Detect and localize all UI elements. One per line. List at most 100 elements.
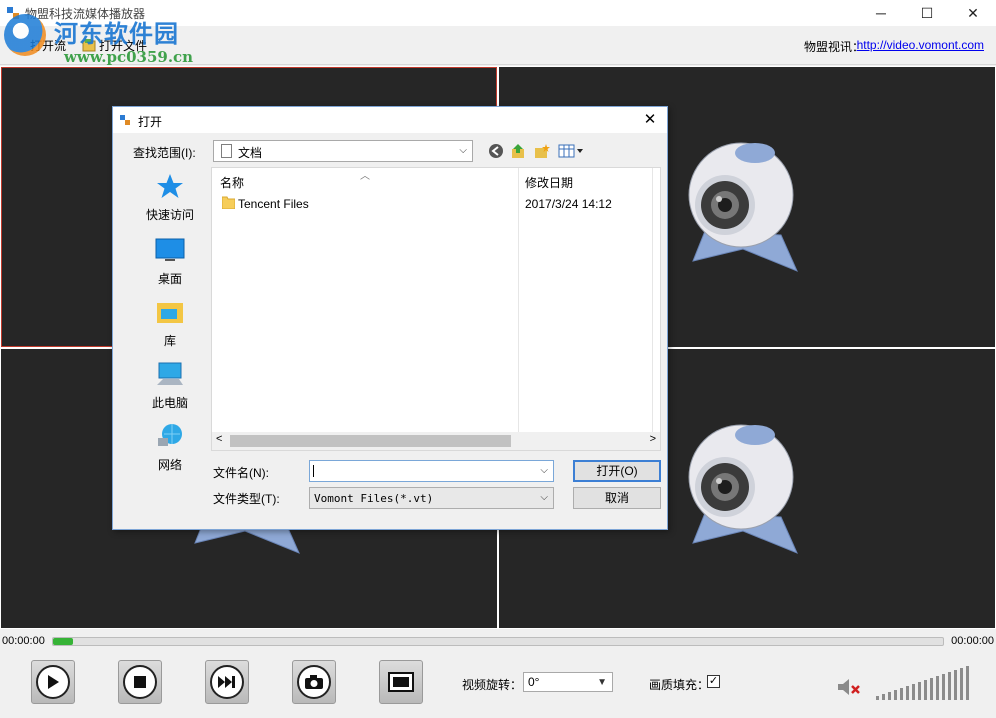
dialog-title: 打开 [138, 115, 163, 129]
maximize-button[interactable]: ☐ [904, 0, 950, 26]
dialog-title-bar: 打开 ✕ [113, 107, 667, 133]
place-label: 桌面 [157, 272, 182, 286]
file-type-select[interactable]: Vomont Files(*.vt) ⌵ [309, 487, 554, 509]
open-file-dialog: 打开 ✕ 查找范围(I): 文档 ⌵ 快速访问 桌面 库 此电脑 网络 ︿ 名称… [112, 106, 668, 530]
star-icon [157, 174, 183, 198]
place-quick-access[interactable]: 快速访问 [125, 173, 215, 223]
library-icon [157, 303, 183, 323]
look-in-value: 文档 [238, 146, 263, 160]
new-folder-button[interactable] [533, 142, 551, 160]
rotation-select[interactable]: 0° ▼ [523, 672, 613, 692]
open-button[interactable]: 打开(O) [573, 460, 661, 482]
scroll-thumb[interactable] [230, 435, 511, 447]
control-bar: 视频旋转： 0° ▼ 画质填充： ✓ [0, 652, 996, 718]
minimize-button[interactable]: ─ [858, 0, 904, 26]
close-button[interactable]: ✕ [950, 0, 996, 26]
document-icon [221, 144, 232, 158]
volume-bar [960, 668, 963, 700]
rotation-label: 视频旋转： [462, 678, 523, 692]
chevron-down-icon: ▼ [597, 677, 607, 688]
volume-bar [876, 696, 879, 700]
play-icon [36, 665, 70, 699]
volume-slider[interactable] [876, 664, 972, 700]
file-name-label: 文件名(N): [213, 466, 269, 480]
place-label: 此电脑 [151, 396, 188, 410]
place-label: 库 [163, 334, 176, 348]
rotation-value: 0° [528, 675, 540, 689]
text-caret [313, 465, 314, 477]
snapshot-button[interactable] [292, 660, 336, 704]
volume-bar [912, 684, 915, 700]
seek-progress [53, 638, 73, 645]
cancel-button[interactable]: 取消 [573, 487, 661, 509]
place-label: 快速访问 [145, 208, 194, 222]
elapsed-time: 00:00:00 [2, 635, 45, 647]
seek-slider[interactable] [52, 637, 944, 646]
chevron-down-icon: ⌵ [540, 492, 548, 503]
column-header-date[interactable]: 修改日期 [525, 174, 573, 191]
file-type-label: 文件类型(T): [213, 492, 280, 506]
stop-button[interactable] [118, 660, 162, 704]
sort-ascending-icon: ︿ [360, 171, 370, 182]
volume-bar [924, 680, 927, 700]
volume-bar [888, 692, 891, 700]
scroll-left-icon[interactable]: < [216, 433, 222, 445]
places-bar: 快速访问 桌面 库 此电脑 网络 [125, 167, 215, 507]
look-in-select[interactable]: 文档 ⌵ [213, 140, 473, 162]
snapshot-icon [297, 665, 331, 699]
place-library[interactable]: 库 [125, 299, 215, 349]
play-button[interactable] [31, 660, 75, 704]
webcam-icon [688, 142, 798, 272]
view-menu-icon [558, 144, 583, 158]
volume-bar [894, 690, 897, 700]
volume-bar [948, 672, 951, 700]
volume-bar [942, 674, 945, 700]
volume-bar [954, 670, 957, 700]
new-folder-icon [535, 144, 550, 158]
brand-link[interactable]: http://video.vomont.com [857, 38, 984, 52]
folder-icon [222, 196, 235, 209]
record-icon [384, 665, 418, 699]
place-label: 网络 [157, 458, 182, 472]
watermark-url: www.pc0359.cn [64, 48, 194, 66]
dialog-close-button[interactable]: ✕ [639, 109, 661, 131]
volume-bar [906, 686, 909, 700]
place-desktop[interactable]: 桌面 [125, 237, 215, 287]
webcam-icon [688, 424, 798, 554]
next-frame-icon [210, 665, 244, 699]
file-name-input[interactable]: ⌵ [309, 460, 554, 482]
back-arrow-icon [489, 144, 503, 158]
volume-bar [918, 682, 921, 700]
column-divider[interactable] [652, 168, 653, 432]
file-list[interactable]: ︿ 名称 修改日期 Tencent Files 2017/3/24 14:12 … [211, 167, 661, 451]
file-type-value: Vomont Files(*.vt) [314, 492, 434, 505]
chevron-down-icon: ⌵ [459, 145, 467, 156]
volume-bar [966, 666, 969, 700]
volume-bar [900, 688, 903, 700]
next-frame-button[interactable] [205, 660, 249, 704]
watermark-logo-icon [4, 14, 46, 56]
scroll-right-icon[interactable]: > [650, 433, 656, 445]
column-header-name[interactable]: 名称 [220, 174, 244, 191]
column-divider[interactable] [518, 168, 519, 432]
file-row-name[interactable]: Tencent Files [238, 197, 309, 211]
record-button[interactable] [379, 660, 423, 704]
look-in-label: 查找范围(I): [133, 146, 196, 160]
stop-icon [123, 665, 157, 699]
back-button[interactable] [487, 142, 505, 160]
volume-bar [936, 676, 939, 700]
watermark-title: 河东软件园 [54, 19, 179, 48]
mute-speaker-icon[interactable] [836, 676, 862, 698]
fill-label: 画质填充： [649, 678, 710, 692]
place-network[interactable]: 网络 [125, 423, 215, 473]
horizontal-scrollbar[interactable]: < > [212, 432, 660, 450]
dialog-app-icon [120, 115, 130, 125]
fill-checkbox[interactable]: ✓ [707, 675, 720, 688]
up-folder-icon [512, 144, 524, 158]
view-menu-button[interactable] [557, 142, 585, 160]
total-time: 00:00:00 [951, 635, 994, 647]
up-folder-button[interactable] [509, 142, 527, 160]
place-this-pc[interactable]: 此电脑 [125, 361, 215, 411]
chevron-down-icon[interactable]: ⌵ [540, 465, 548, 476]
network-icon [158, 424, 182, 446]
